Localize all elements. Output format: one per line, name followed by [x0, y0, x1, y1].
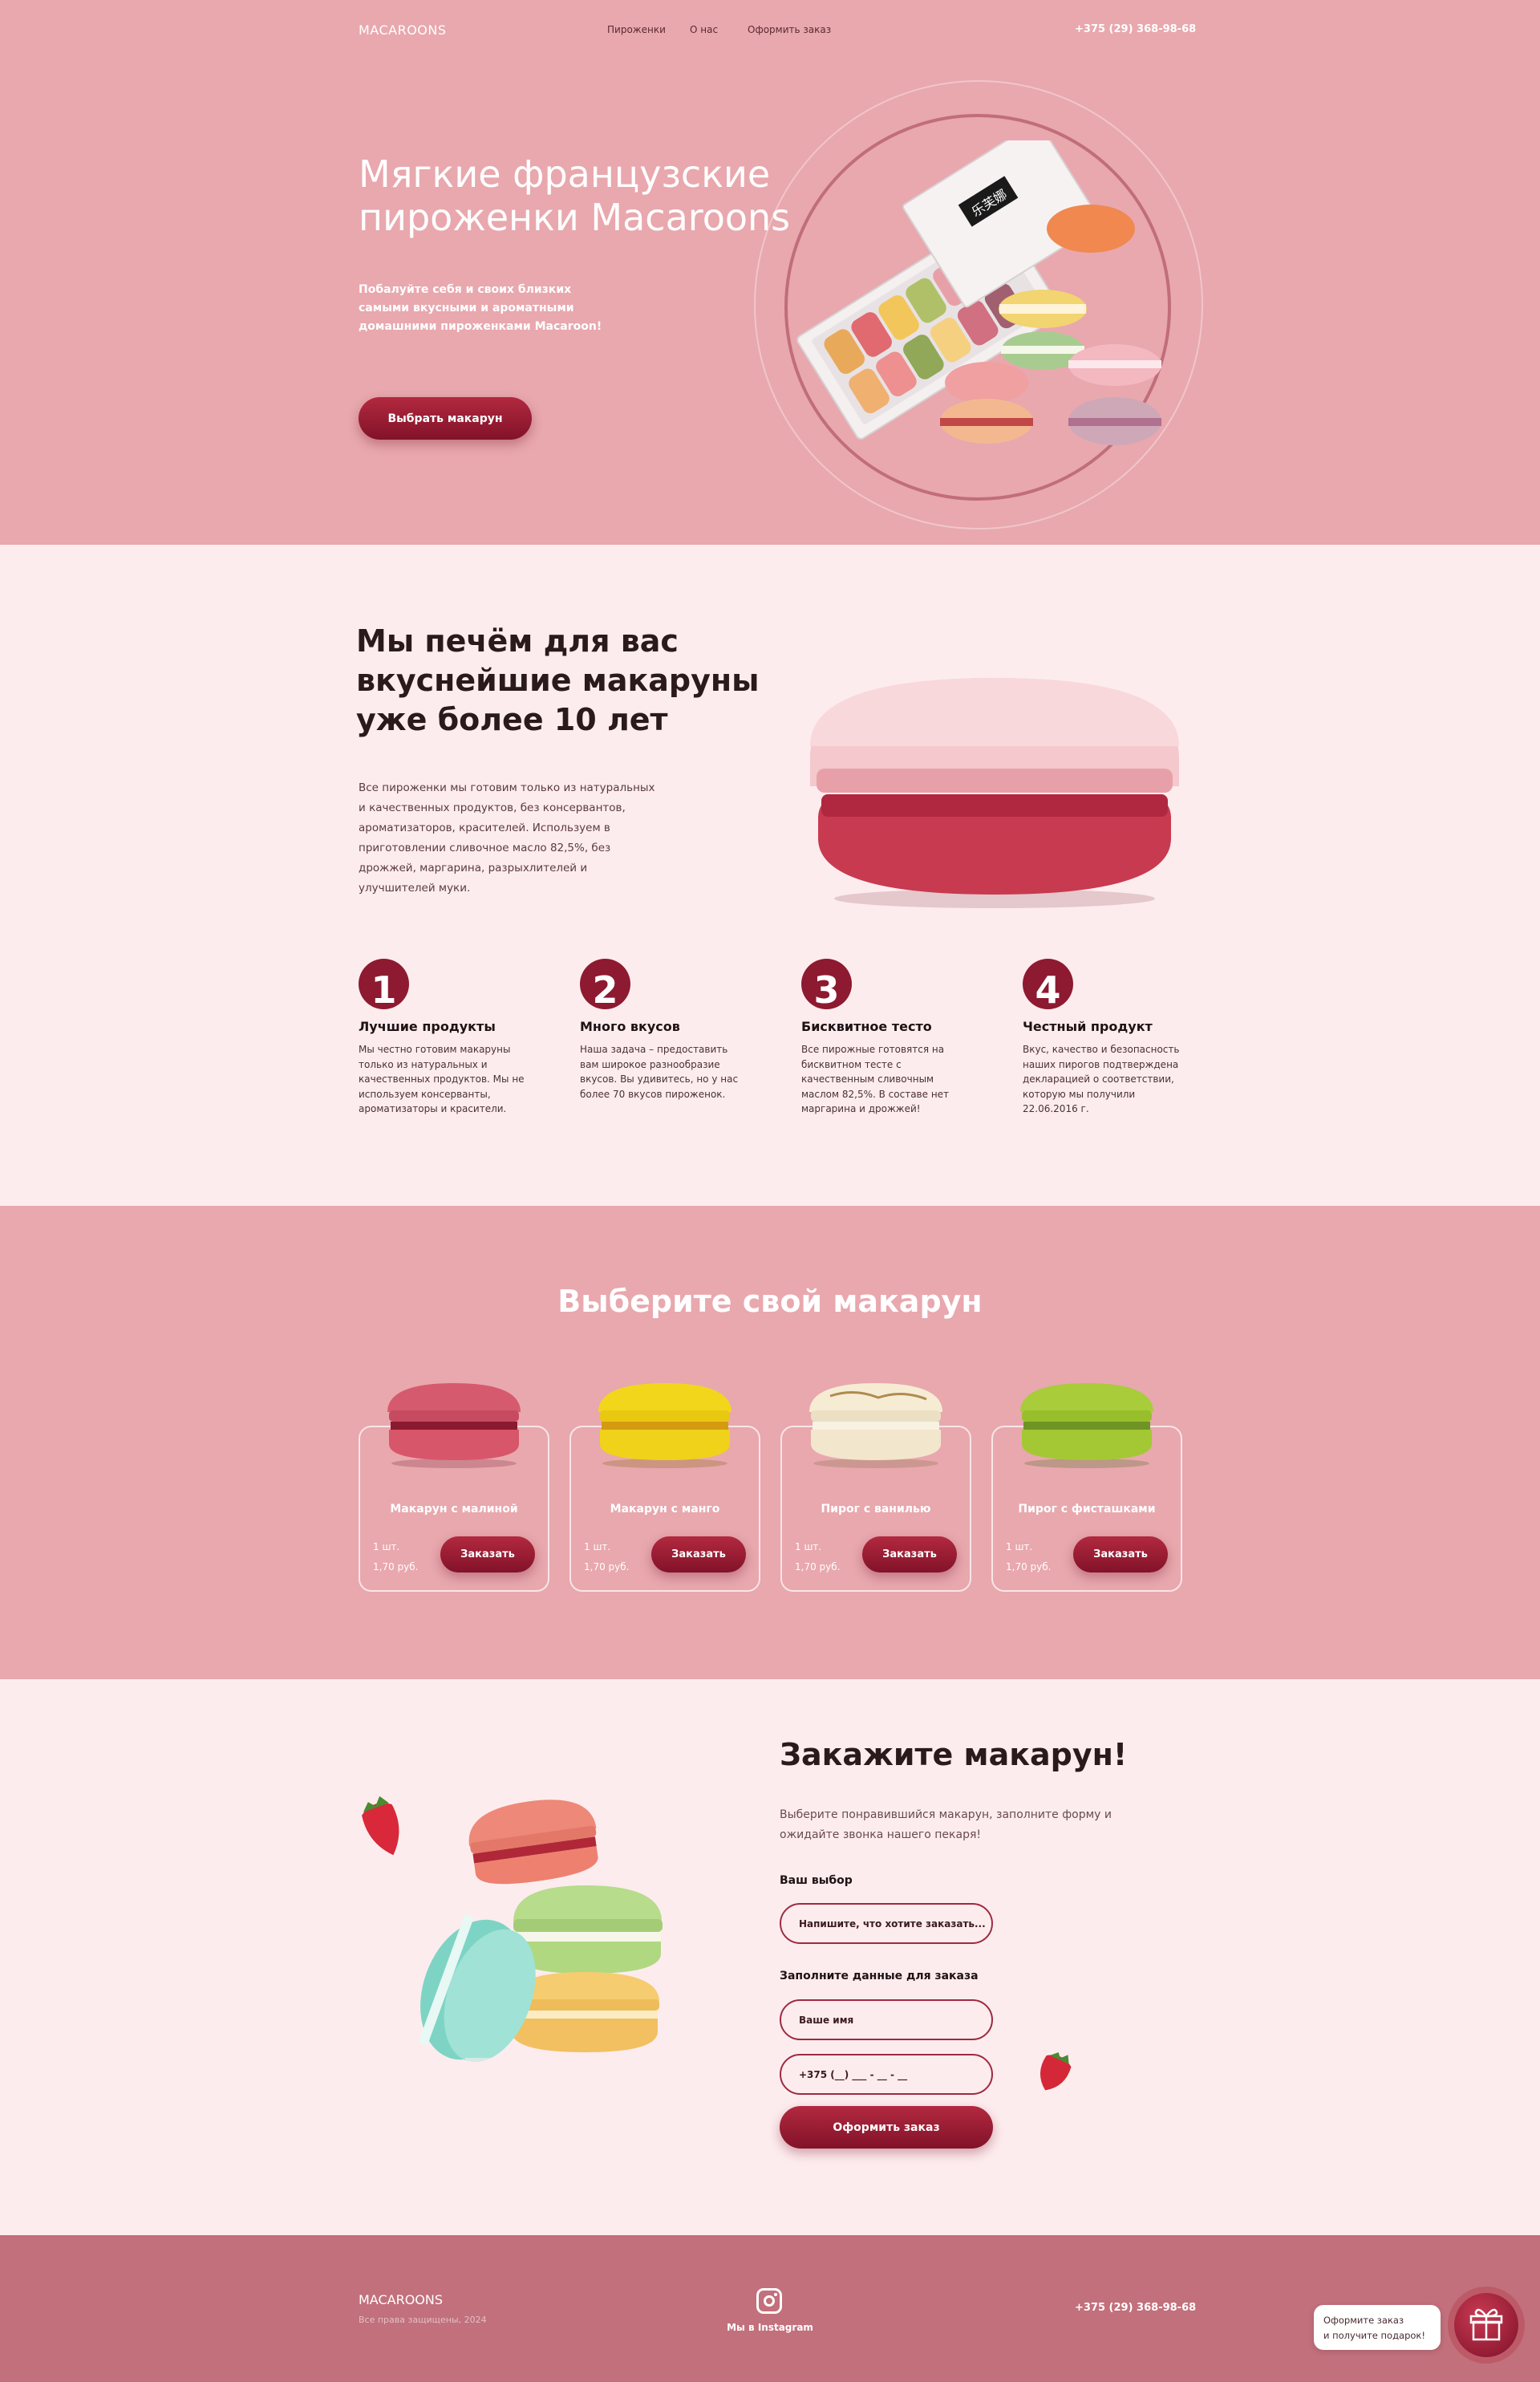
hero-title: Мягкие французские пироженки Macaroons: [359, 152, 791, 239]
product-price: 1,70 руб.: [373, 1561, 419, 1572]
about-text: Все пироженки мы готовим только из натур…: [359, 781, 655, 895]
feature-title: Лучшие продукты: [359, 1019, 496, 1034]
footer-phone[interactable]: +375 (29) 368-98-68: [1075, 2302, 1196, 2314]
product-name: Пирог с ванилью: [821, 1503, 931, 1516]
product-qty: 1 шт.: [795, 1541, 822, 1552]
strawberry-image: [1040, 2051, 1072, 2091]
product-price: 1,70 руб.: [1006, 1561, 1052, 1572]
gift-icon: [1469, 2308, 1503, 2341]
gift-tooltip: Оформите заказ и получите подарок!: [1314, 2305, 1441, 2350]
product-qty: 1 шт.: [373, 1541, 400, 1552]
about-title: Мы печём для вас вкуснейшие макаруны уже…: [356, 623, 760, 737]
macaron-stack-image: [362, 1796, 674, 2114]
vanilla-macaron-image: [809, 1383, 942, 1468]
hero-macaron-box-image: 乐芙娜: [796, 140, 1161, 445]
big-macaron-image: [810, 678, 1179, 908]
product-price: 1,70 руб.: [795, 1561, 841, 1572]
nav-link-about[interactable]: О нас: [690, 24, 718, 35]
product-name: Пирог с фисташками: [1018, 1503, 1156, 1516]
nav-link-pastries[interactable]: Пироженки: [607, 24, 666, 35]
product-name: Макарун с малиной: [390, 1503, 518, 1516]
products-section: [0, 1206, 1540, 1679]
feature-text: Мы честно готовим макаруны только из нат…: [359, 1044, 525, 1114]
instagram-icon[interactable]: [756, 2288, 782, 2314]
feature-number: 3: [801, 959, 852, 1009]
product-name: Макарун с манго: [610, 1503, 720, 1516]
feature-number: 2: [580, 959, 630, 1009]
feature-item: 2 Много вкусов Наша задача – предоставит…: [580, 959, 748, 1102]
hero-subtitle: Побалуйте себя и своих близких самыми вк…: [359, 283, 602, 333]
order-subtitle: Выберите понравившийся макарун, заполнит…: [780, 1808, 1112, 1841]
gift-button[interactable]: [1454, 2293, 1518, 2357]
feature-title: Много вкусов: [580, 1019, 680, 1034]
footer-logo[interactable]: MACAROONS: [359, 2292, 443, 2307]
site-logo[interactable]: MACAROONS: [359, 22, 447, 38]
feature-item: 4 Честный продукт Вкус, качество и безоп…: [1023, 959, 1191, 1117]
choose-macaron-button[interactable]: Выбрать макарун: [359, 397, 532, 440]
product-qty-price: 1 шт. 1,70 руб.: [795, 1537, 840, 1577]
gift-tooltip-line1: Оформите заказ: [1323, 2315, 1404, 2326]
order-product-button[interactable]: Заказать: [440, 1536, 535, 1572]
product-qty-price: 1 шт. 1,70 руб.: [373, 1537, 418, 1577]
order-product-button[interactable]: Заказать: [862, 1536, 957, 1572]
order-product-button[interactable]: Заказать: [1073, 1536, 1168, 1572]
products-title: Выберите свой макарун: [557, 1284, 983, 1319]
raspberry-macaron-image: [387, 1383, 521, 1468]
feature-text: Вкус, качество и безопасность наших пиро…: [1023, 1044, 1180, 1114]
header-phone[interactable]: +375 (29) 368-98-68: [1075, 23, 1196, 35]
feature-title: Честный продукт: [1023, 1019, 1153, 1034]
feature-item: 1 Лучшие продукты Мы честно готовим мака…: [359, 959, 527, 1117]
order-choice-input[interactable]: [780, 1903, 993, 1944]
product-qty: 1 шт.: [584, 1541, 611, 1552]
product-price: 1,70 руб.: [584, 1561, 630, 1572]
phone-input[interactable]: [780, 2054, 993, 2095]
nav-link-order[interactable]: Оформить заказ: [748, 24, 831, 35]
order-title: Закажите макарун!: [780, 1737, 1128, 1772]
product-qty-price: 1 шт. 1,70 руб.: [584, 1537, 629, 1577]
feature-text: Наша задача – предоставить вам широкое р…: [580, 1044, 739, 1100]
feature-title: Бисквитное тесто: [801, 1019, 932, 1034]
feature-number: 4: [1023, 959, 1073, 1009]
feature-item: 3 Бисквитное тесто Все пирожные готовятс…: [801, 959, 970, 1117]
name-input[interactable]: [780, 1999, 993, 2040]
mango-macaron-image: [598, 1383, 732, 1468]
feature-number: 1: [359, 959, 409, 1009]
instagram-link[interactable]: Мы в Instagram: [0, 2322, 1540, 2333]
product-qty: 1 шт.: [1006, 1541, 1033, 1552]
pistachio-macaron-image: [1020, 1383, 1153, 1468]
order-product-button[interactable]: Заказать: [651, 1536, 746, 1572]
submit-order-button[interactable]: Оформить заказ: [780, 2106, 993, 2149]
gift-tooltip-line2: и получите подарок!: [1323, 2330, 1425, 2341]
choice-label: Ваш выбор: [780, 1874, 853, 1887]
feature-text: Все пирожные готовятся на бисквитном тес…: [801, 1044, 950, 1114]
order-data-label: Заполните данные для заказа: [780, 1970, 979, 1982]
product-qty-price: 1 шт. 1,70 руб.: [1006, 1537, 1051, 1577]
